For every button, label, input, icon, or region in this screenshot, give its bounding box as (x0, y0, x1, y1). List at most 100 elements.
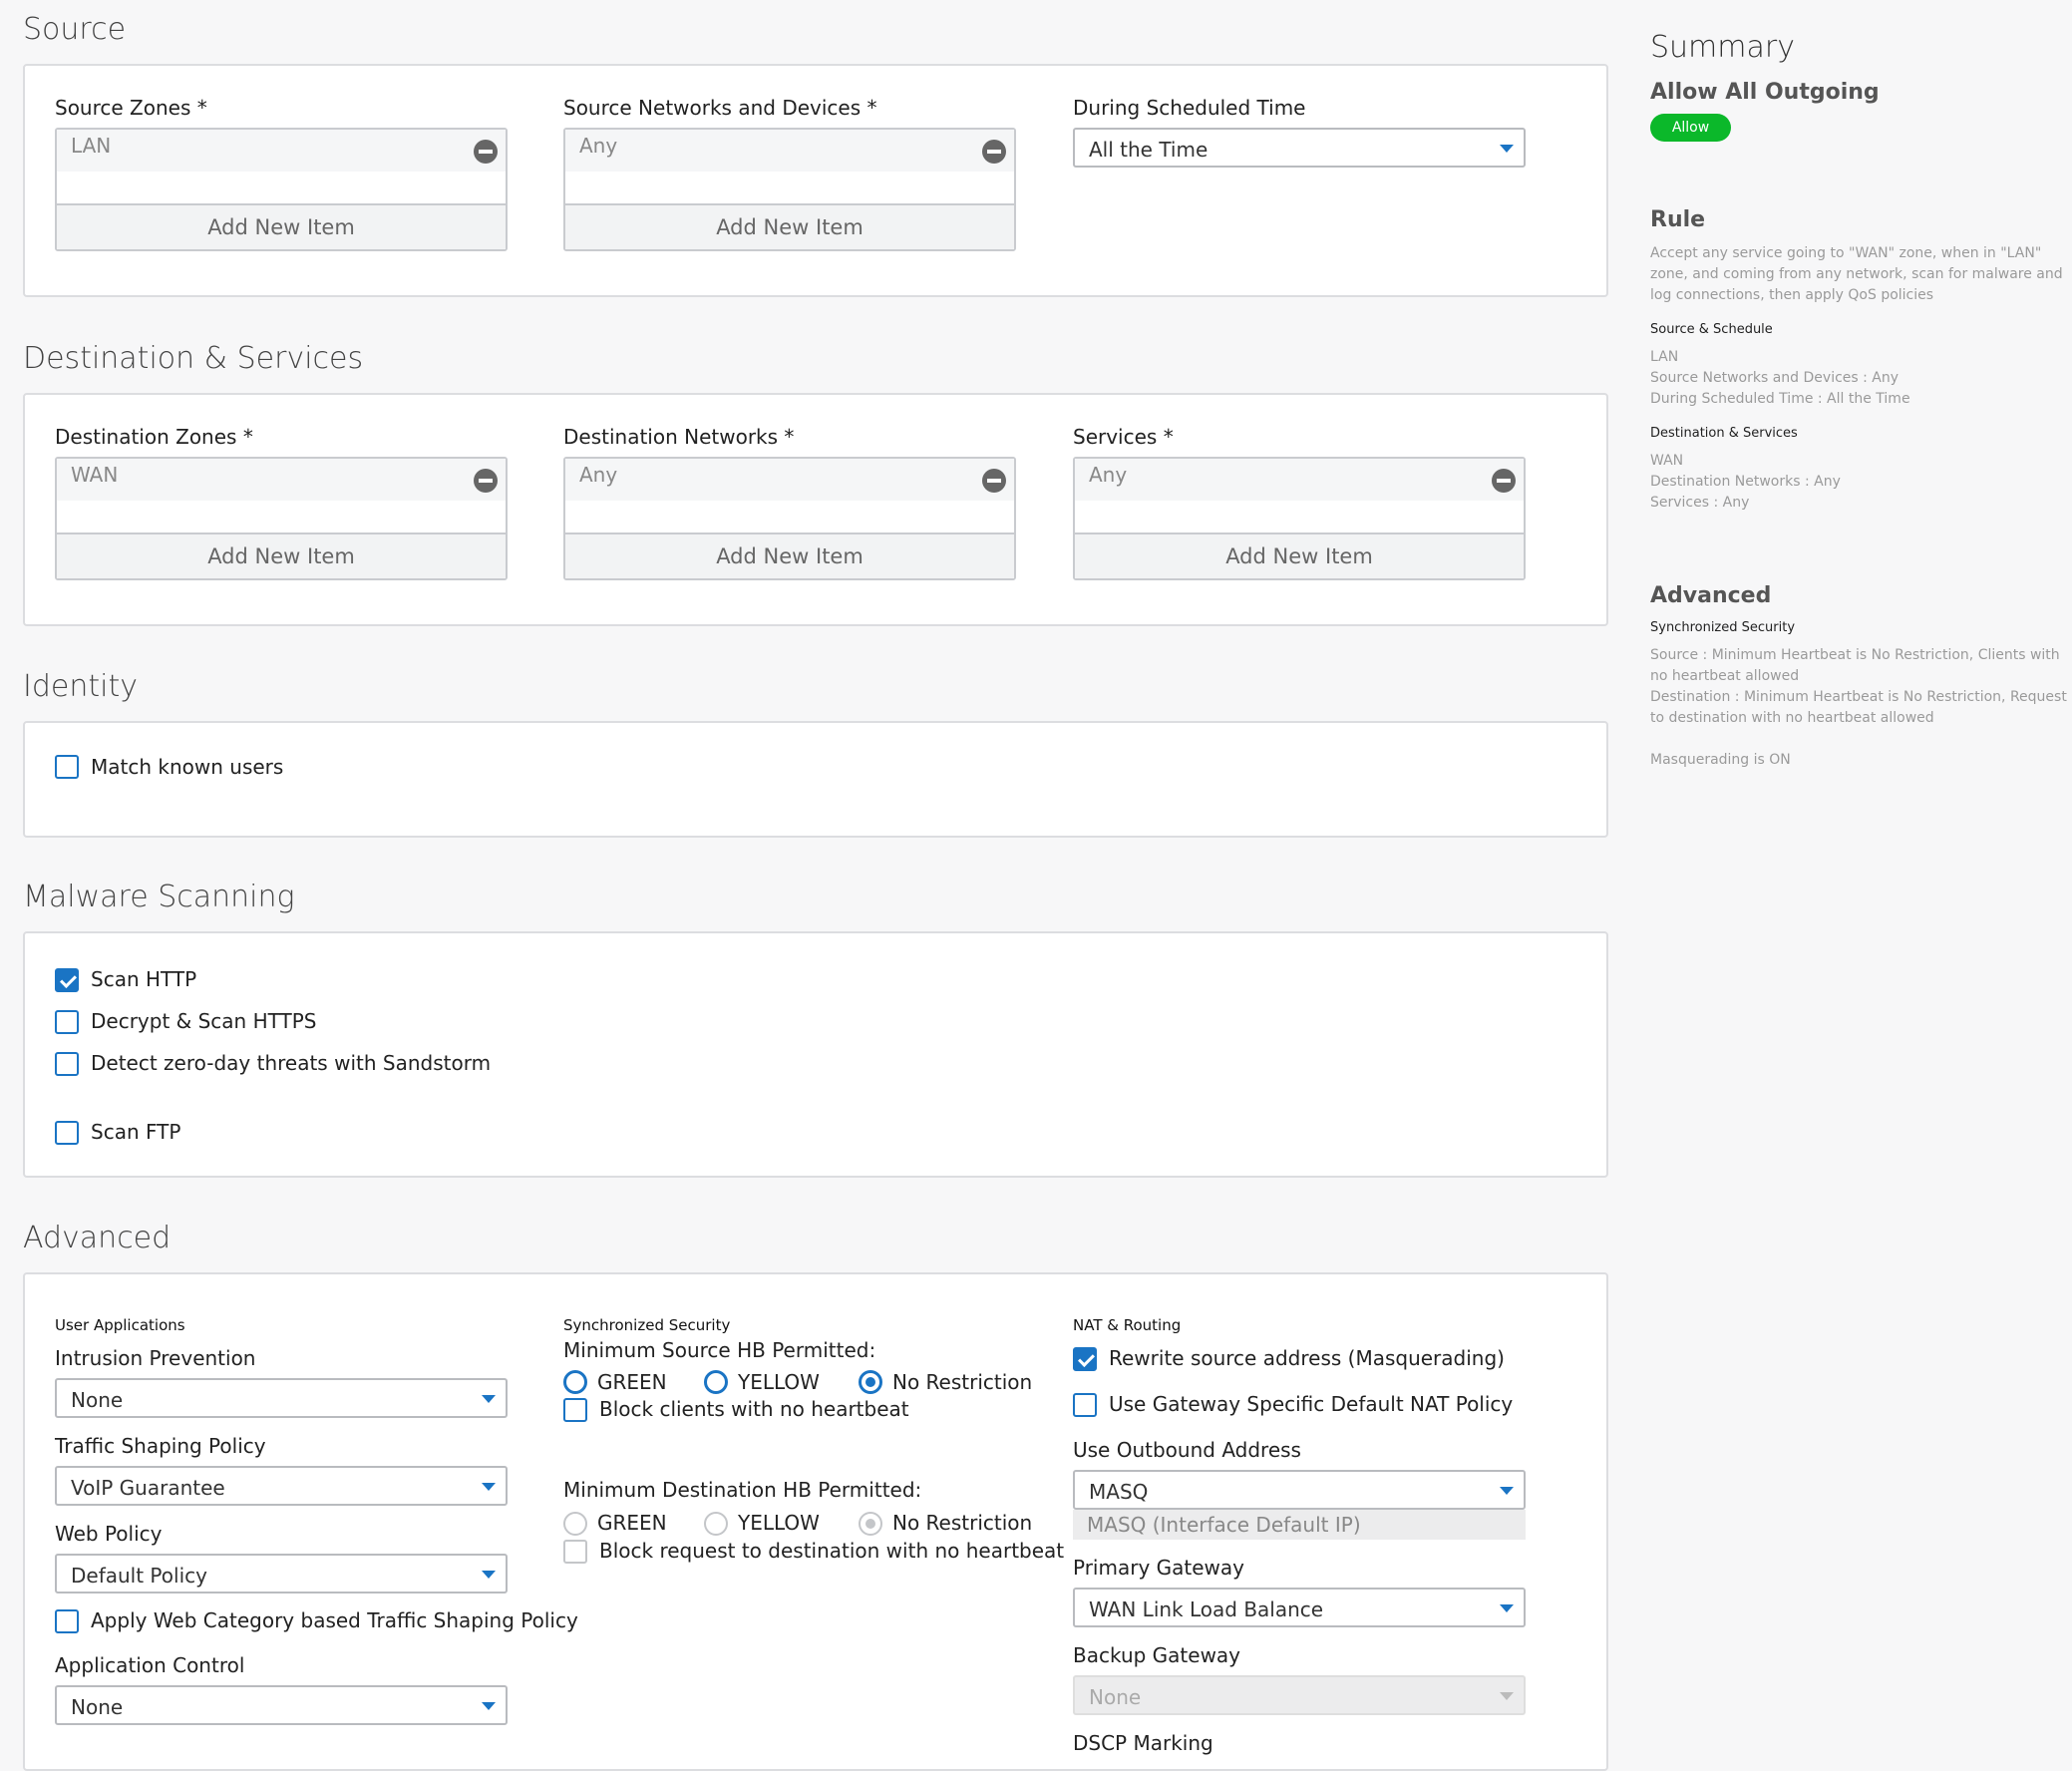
remove-icon[interactable] (1492, 469, 1516, 493)
src-hb-yellow-radio[interactable] (704, 1370, 728, 1394)
scan-ftp-label: Scan FTP (91, 1120, 181, 1144)
backup-gateway-label: Backup Gateway (1073, 1643, 1241, 1667)
add-new-item-button[interactable]: Add New Item (1075, 532, 1524, 578)
list-item[interactable]: Any (565, 459, 1014, 501)
outbound-address-value: MASQ (1089, 1480, 1149, 1504)
rule-name: Allow All Outgoing (1650, 80, 1880, 105)
chevron-down-icon (1500, 1487, 1514, 1495)
schedule-select[interactable]: All the Time (1073, 128, 1526, 168)
dst-hb-no-restriction-radio[interactable] (859, 1512, 882, 1536)
dst-hb-green-radio[interactable] (563, 1512, 587, 1536)
traffic-shaping-label: Traffic Shaping Policy (55, 1434, 266, 1458)
summary-rule-heading: Rule (1650, 207, 1706, 232)
list-item[interactable]: Any (1075, 459, 1524, 501)
dst-hb-yellow-radio[interactable] (704, 1512, 728, 1536)
chevron-down-icon (482, 1571, 496, 1579)
malware-panel: Scan HTTP Decrypt & Scan HTTPS Detect ze… (23, 931, 1608, 1178)
outbound-address-label: Use Outbound Address (1073, 1438, 1301, 1462)
section-title-source: Source (23, 12, 127, 47)
destination-networks-label: Destination Networks * (563, 425, 795, 449)
application-control-select[interactable]: None (55, 1685, 508, 1725)
gateway-nat-checkbox[interactable] (1073, 1393, 1097, 1417)
primary-gateway-select[interactable]: WAN Link Load Balance (1073, 1588, 1526, 1627)
rewrite-source-label: Rewrite source address (Masquerading) (1109, 1346, 1505, 1370)
summary-destination-heading: Destination & Services (1650, 426, 1798, 441)
block-clients-label: Block clients with no heartbeat (599, 1397, 909, 1421)
ips-label: Intrusion Prevention (55, 1346, 256, 1370)
status-badge: Allow (1650, 114, 1731, 142)
ips-value: None (71, 1388, 124, 1412)
chevron-down-icon (1500, 145, 1514, 153)
traffic-shaping-value: VoIP Guarantee (71, 1476, 225, 1500)
summary-dst-line2: Destination Networks : Any (1650, 474, 1841, 490)
match-known-users-checkbox[interactable] (55, 755, 79, 779)
remove-icon[interactable] (982, 140, 1006, 164)
dscp-marking-label: DSCP Marking (1073, 1731, 1213, 1755)
summary-src-line1: LAN (1650, 349, 1679, 365)
source-panel: Source Zones * LAN Add New Item Source N… (23, 64, 1608, 297)
web-policy-select[interactable]: Default Policy (55, 1554, 508, 1594)
summary-dst-line3: Services : Any (1650, 495, 1750, 511)
sandstorm-checkbox[interactable] (55, 1052, 79, 1076)
user-applications-heading: User Applications (55, 1316, 185, 1334)
src-hb-no-restriction-radio[interactable] (859, 1370, 882, 1394)
rewrite-source-checkbox[interactable] (1073, 1347, 1097, 1371)
add-new-item-button[interactable]: Add New Item (57, 532, 506, 578)
src-hb-yellow-label: YELLOW (738, 1370, 820, 1394)
rule-form: Source Source Zones * LAN Add New Item S… (0, 0, 1625, 1771)
chevron-down-icon (1500, 1604, 1514, 1612)
backup-gateway-value: None (1089, 1685, 1142, 1709)
add-new-item-button[interactable]: Add New Item (565, 532, 1014, 578)
block-request-checkbox[interactable] (563, 1540, 587, 1564)
section-title-identity: Identity (23, 669, 138, 704)
summary-sync-dst: Destination : Minimum Heartbeat is No Re… (1650, 689, 2067, 726)
web-category-shaping-checkbox[interactable] (55, 1609, 79, 1633)
src-hb-green-radio[interactable] (563, 1370, 587, 1394)
add-new-item-button[interactable]: Add New Item (565, 203, 1014, 249)
remove-icon[interactable] (982, 469, 1006, 493)
dst-hb-yellow-label: YELLOW (738, 1511, 820, 1535)
list-item[interactable]: Any (565, 130, 1014, 172)
traffic-shaping-select[interactable]: VoIP Guarantee (55, 1466, 508, 1506)
block-clients-checkbox[interactable] (563, 1398, 587, 1422)
destination-zones-label: Destination Zones * (55, 425, 253, 449)
scan-http-checkbox[interactable] (55, 968, 79, 992)
remove-icon[interactable] (474, 140, 498, 164)
dst-hb-green-label: GREEN (597, 1511, 667, 1535)
source-networks-list: Any Add New Item (563, 128, 1016, 251)
primary-gateway-label: Primary Gateway (1073, 1556, 1244, 1580)
list-item[interactable]: LAN (57, 130, 506, 172)
nat-routing-heading: NAT & Routing (1073, 1316, 1182, 1334)
destination-panel: Destination Zones * WAN Add New Item Des… (23, 393, 1608, 626)
section-title-advanced: Advanced (23, 1221, 172, 1255)
web-policy-label: Web Policy (55, 1522, 163, 1546)
application-control-value: None (71, 1695, 124, 1719)
backup-gateway-select[interactable]: None (1073, 1675, 1526, 1715)
outbound-address-select[interactable]: MASQ (1073, 1470, 1526, 1510)
block-request-label: Block request to destination with no hea… (599, 1539, 1065, 1563)
min-source-hb-label: Minimum Source HB Permitted: (563, 1338, 876, 1362)
summary-masq: Masquerading is ON (1650, 752, 1791, 768)
ips-select[interactable]: None (55, 1378, 508, 1418)
application-control-label: Application Control (55, 1653, 245, 1677)
source-zones-list: LAN Add New Item (55, 128, 508, 251)
web-policy-value: Default Policy (71, 1564, 207, 1588)
add-new-item-button[interactable]: Add New Item (57, 203, 506, 249)
sandstorm-label: Detect zero-day threats with Sandstorm (91, 1051, 492, 1075)
summary-advanced-heading: Advanced (1650, 583, 1772, 608)
section-title-malware: Malware Scanning (23, 880, 295, 914)
list-item[interactable]: WAN (57, 459, 506, 501)
scan-ftp-checkbox[interactable] (55, 1121, 79, 1145)
services-list: Any Add New Item (1073, 457, 1526, 580)
source-networks-label: Source Networks and Devices * (563, 96, 877, 120)
outbound-address-info: MASQ (Interface Default IP) (1073, 1510, 1526, 1540)
decrypt-https-checkbox[interactable] (55, 1010, 79, 1034)
summary-rule-text: Accept any service going to "WAN" zone, … (1650, 245, 2063, 303)
chevron-down-icon (482, 1395, 496, 1403)
synchronized-security-heading: Synchronized Security (563, 1316, 731, 1334)
advanced-panel: User Applications Intrusion Prevention N… (23, 1272, 1608, 1771)
summary-sync-src: Source : Minimum Heartbeat is No Restric… (1650, 647, 2060, 684)
summary-panel: Summary Allow All Outgoing Allow Rule Ac… (1650, 0, 2072, 1748)
identity-panel: Match known users (23, 721, 1608, 838)
remove-icon[interactable] (474, 469, 498, 493)
